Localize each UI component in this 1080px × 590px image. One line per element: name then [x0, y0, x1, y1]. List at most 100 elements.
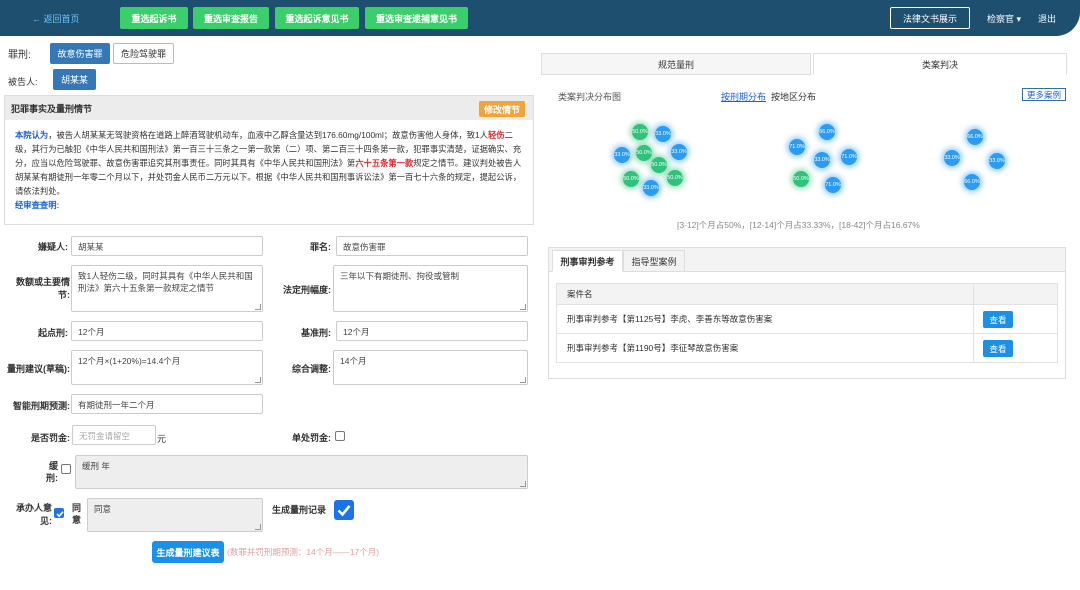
probation-label: 缓刑: — [46, 461, 58, 483]
suspect-label: 嫌疑人: — [38, 242, 68, 252]
distribution-bubble: 33.0% — [614, 147, 630, 163]
draft-suggestion-text: 12个月×(1+20%)=14.4个月 — [78, 356, 181, 366]
distribution-bubble: 66.0% — [964, 174, 980, 190]
fine-placeholder: 无罚金请留空 — [79, 431, 131, 441]
start-sentence-field[interactable]: 12个月 — [71, 321, 263, 341]
reselect-review-report-button[interactable]: 重选审查报告 — [193, 7, 269, 29]
generate-record-checkbox[interactable] — [334, 500, 354, 520]
probation-field[interactable]: 缓刑 年 — [75, 455, 528, 489]
case-name: 刑事审判参考【第1190号】李征琴故意伤害案 — [567, 343, 739, 353]
fine-unit: 元 — [157, 434, 167, 444]
prediction-field[interactable]: 有期徒刑一年二个月 — [71, 394, 263, 414]
distribution-bubble: 33.0% — [814, 152, 830, 168]
reselect-arrest-opinion-button[interactable]: 重选审查逮捕意见书 — [365, 7, 468, 29]
fine-input[interactable]: 无罚金请留空 — [72, 425, 156, 445]
resize-handle-icon[interactable] — [255, 377, 261, 383]
distribution-bubble: 50.0% — [623, 171, 639, 187]
view-case-button[interactable]: 查看 — [983, 340, 1013, 357]
distribution-bubble: 33.0% — [643, 180, 659, 196]
resize-handle-icon[interactable] — [520, 481, 526, 487]
opinion-field-text: 同意 — [94, 504, 112, 514]
back-home-link[interactable]: ← 返回首页 — [32, 12, 80, 25]
column-divider — [973, 284, 974, 306]
distribution-bubble: 66.0% — [819, 124, 835, 140]
single-fine-checkbox[interactable] — [335, 431, 345, 441]
distribution-bubble: 71.0% — [789, 139, 805, 155]
reference-table: 案件名 刑事审判参考【第1125号】李虎、李善东等故意伤害案 查看 刑事审判参考… — [556, 283, 1058, 363]
view-case-button[interactable]: 查看 — [983, 311, 1013, 328]
facts-header: 犯罪事实及量刑情节 修改情节 — [5, 96, 533, 120]
facts-lead: 本院认为 — [15, 130, 49, 140]
defendant-chip[interactable]: 胡某某 — [53, 69, 96, 90]
facts-title: 犯罪事实及量刑情节 — [11, 103, 93, 114]
resize-handle-icon[interactable] — [255, 304, 261, 310]
amount-label: 数额或主要情节: — [15, 277, 70, 300]
distribution-bubble: 33.0% — [944, 150, 960, 166]
facts-text: 本院认为，被告人胡某某无驾驶资格在道路上醉酒驾驶机动车，血液中乙醇含量达到176… — [5, 120, 533, 220]
opinion-field[interactable]: 同意 — [87, 498, 263, 532]
resize-handle-icon[interactable] — [520, 304, 526, 310]
tab-standard-sentencing[interactable]: 规范量刑 — [541, 53, 811, 75]
draft-suggestion-field[interactable]: 12个月×(1+20%)=14.4个月 — [71, 350, 263, 385]
statutory-range-text: 三年以下有期徒刑、拘役或管制 — [340, 271, 460, 281]
more-cases-button[interactable]: 更多案例 — [1022, 88, 1066, 101]
distribution-bubble: 50.0% — [651, 157, 667, 173]
opinion-label: 承办人意见: — [15, 503, 52, 526]
table-row: 刑事审判参考【第1190号】李征琴故意伤害案 查看 — [556, 334, 1058, 363]
combined-prediction-note: (数罪并罚刑期预测：14个月——17个月) — [227, 547, 380, 557]
reference-cases-panel: 刑事审判参考 指导型案例 案件名 刑事审判参考【第1125号】李虎、李善东等故意… — [548, 247, 1066, 379]
suspect-field[interactable]: 胡某某 — [71, 236, 263, 256]
reselect-indictment-button[interactable]: 重选起诉书 — [120, 7, 188, 29]
facts-highlight-article: 六十五条第一款 — [355, 158, 414, 168]
reference-tab-bar: 刑事审判参考 指导型案例 — [549, 248, 1065, 272]
tab-guiding-cases[interactable]: 指导型案例 — [623, 250, 685, 272]
column-divider — [973, 305, 974, 333]
crime-option-dangerous-driving[interactable]: 危险驾驶罪 — [113, 43, 174, 64]
amount-field-text: 致1人轻伤二级，同时其具有《中华人民共和国刑法》第六十五条第一款规定之情节 — [78, 271, 253, 293]
logout-link[interactable]: 退出 — [1038, 12, 1056, 25]
distribution-bubble: 50.0% — [636, 145, 652, 161]
resize-handle-icon[interactable] — [520, 377, 526, 383]
fine-label: 是否罚金: — [31, 433, 70, 443]
statutory-range-field[interactable]: 三年以下有期徒刑、拘役或管制 — [333, 265, 528, 312]
legal-documents-button[interactable]: 法律文书展示 — [890, 7, 970, 29]
crime-option-intentional-injury[interactable]: 故意伤害罪 — [50, 43, 110, 64]
amount-field[interactable]: 致1人轻伤二级，同时其具有《中华人民共和国刑法》第六十五条第一款规定之情节 — [71, 265, 263, 312]
overall-adjust-label: 综合调整: — [292, 364, 331, 374]
table-header: 案件名 — [556, 283, 1058, 306]
overall-adjust-field[interactable]: 14个月 — [333, 350, 528, 385]
facts-panel: 犯罪事实及量刑情节 修改情节 本院认为，被告人胡某某无驾驶资格在道路上醉酒驾驶机… — [4, 95, 534, 225]
facts-text-part: ，被告人胡某某无驾驶资格在道路上醉酒驾驶机动车，血液中乙醇含量达到176.60m… — [48, 130, 488, 140]
case-name: 刑事审判参考【第1125号】李虎、李善东等故意伤害案 — [567, 314, 773, 324]
tab-similar-cases[interactable]: 类案判决 — [813, 53, 1067, 75]
resize-handle-icon[interactable] — [255, 524, 261, 530]
charge-field[interactable]: 故意伤害罪 — [336, 236, 528, 256]
distribution-bubble: 50.0% — [667, 170, 683, 186]
base-sentence-field[interactable]: 12个月 — [336, 321, 528, 341]
tab-criminal-trial-reference[interactable]: 刑事审判参考 — [552, 250, 623, 272]
crime-label: 罪刑: — [8, 50, 31, 61]
reselect-prosecution-opinion-button[interactable]: 重选起诉意见书 — [275, 7, 359, 29]
distribution-title: 类案判决分布图 — [558, 92, 622, 102]
opinion-agree-label: 同意 — [72, 503, 82, 525]
opinion-checkbox[interactable] — [54, 508, 64, 518]
base-sentence-label: 基准刑: — [301, 328, 331, 338]
generate-suggestion-button[interactable]: 生成量刑建议表 — [152, 541, 224, 563]
distribution-bubble: 33.0% — [671, 144, 687, 160]
column-divider — [973, 334, 974, 362]
top-navigation-bar: ← 返回首页 重选起诉书 重选审查报告 重选起诉意见书 重选审查逮捕意见书 法律… — [0, 0, 1080, 36]
draft-suggestion-label: 量刑建议(草稿): — [7, 364, 70, 374]
modify-circumstances-button[interactable]: 修改情节 — [479, 101, 525, 117]
distribution-bubble: 71.0% — [825, 177, 841, 193]
defendant-label: 被告人: — [8, 77, 38, 87]
distribution-bubble: 50.0% — [632, 124, 648, 140]
officer-menu[interactable]: 检察官 ▾ — [987, 12, 1021, 25]
probation-checkbox[interactable] — [61, 464, 71, 474]
by-region-link[interactable]: 按地区分布 — [771, 90, 816, 103]
single-fine-label: 单处罚金: — [292, 433, 331, 443]
case-name-header: 案件名 — [567, 289, 593, 299]
probation-field-text: 缓刑 年 — [82, 461, 110, 471]
distribution-bubble: 33.0% — [655, 126, 671, 142]
by-term-link[interactable]: 按刑期分布 — [721, 90, 766, 103]
start-sentence-label: 起点刑: — [38, 328, 68, 338]
